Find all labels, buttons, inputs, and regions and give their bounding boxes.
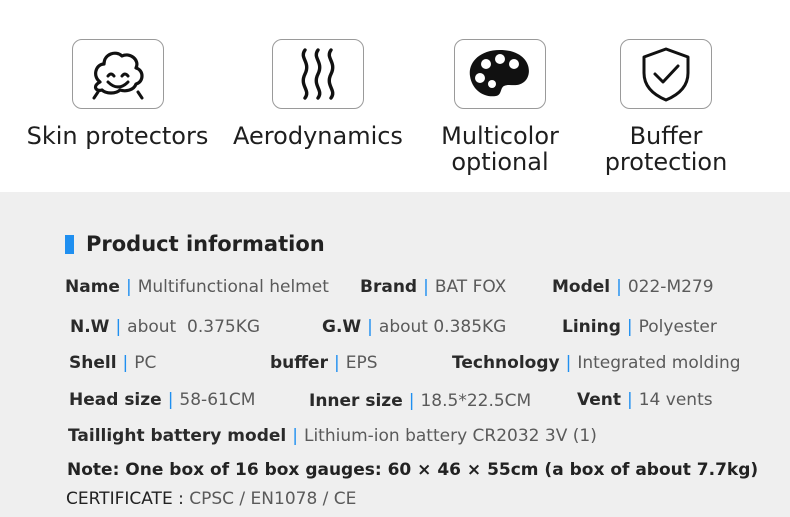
spec-value: 022-M279 [627, 277, 714, 297]
spec-separator: | [122, 353, 129, 373]
spec-technology: Technology | Integrated molding [452, 353, 741, 373]
spec-lining: Lining | Polyester [562, 317, 717, 337]
feature-multicolor: Multicolor optional [430, 39, 570, 175]
spec-value: Polyester [638, 317, 717, 337]
spec-separator: | [408, 391, 415, 411]
spec-inner-size: Inner size | 18.5*22.5CM [309, 391, 531, 411]
spec-value: about 0.375KG [127, 317, 261, 337]
features-section: Skin protectors Aerodynamics Multicolor … [0, 0, 790, 192]
spec-value: Multifunctional helmet [137, 277, 329, 297]
section-title: Product information [65, 232, 325, 256]
spec-gross-weight: G.W | about 0.385KG [322, 317, 506, 337]
spec-key: Vent [577, 390, 621, 410]
spec-key: Brand [360, 277, 418, 297]
spec-separator: | [616, 277, 622, 297]
spec-value: Lithium-ion battery CR2032 3V (1) [303, 426, 597, 446]
packaging-note: Note: One box of 16 box gauges: 60 × 46 … [67, 460, 759, 480]
feature-icon-box [454, 39, 546, 109]
spec-value: BAT FOX [434, 277, 507, 297]
spec-key: Technology [452, 353, 560, 373]
spec-key: Head size [69, 390, 162, 410]
spec-separator: | [423, 277, 429, 297]
title-accent-bar [65, 234, 74, 254]
spec-value: Integrated molding [577, 353, 741, 373]
feature-icon-box [71, 39, 164, 109]
spec-separator: | [565, 353, 572, 373]
spec-key: Inner size [309, 391, 403, 411]
certificate-label: CERTIFICATE : [66, 489, 184, 509]
spec-buffer: buffer | EPS [270, 353, 378, 373]
feature-buffer-protection: Buffer protection [596, 39, 736, 175]
spec-head-size: Head size | 58-61CM [69, 390, 255, 410]
feature-skin-protectors: Skin protectors [25, 39, 210, 149]
spec-shell: Shell | PC [69, 353, 156, 373]
spec-separator: | [626, 317, 633, 337]
spec-net-weight: N.W | about 0.375KG [70, 317, 260, 337]
wind-waves-icon [301, 48, 335, 100]
section-title-text: Product information [86, 232, 325, 256]
spec-separator: | [333, 353, 340, 373]
spec-key: Name [65, 277, 120, 297]
spec-value: about 0.385KG [378, 317, 507, 337]
spec-name: Name | Multifunctional helmet [65, 277, 329, 297]
spec-separator: | [367, 317, 373, 337]
spec-key: Shell [69, 353, 117, 373]
spec-separator: | [115, 317, 122, 337]
certificate-line: CERTIFICATE : CPSC / EN1078 / CE [66, 489, 356, 509]
feature-icon-box [272, 39, 364, 109]
spec-value: 18.5*22.5CM [420, 391, 532, 411]
palette-icon [469, 50, 529, 97]
spec-value: 14 vents [638, 390, 713, 410]
feature-label: Buffer protection [604, 122, 728, 176]
spec-separator: | [125, 277, 132, 297]
spec-value: PC [134, 353, 157, 373]
spec-value: 58-61CM [179, 390, 256, 410]
feature-label: Skin protectors [26, 122, 209, 150]
spec-value: EPS [345, 353, 378, 373]
product-info-section: Product information Name | Multifunctional… [0, 192, 790, 517]
spec-key: Lining [562, 317, 621, 337]
feature-label: Multicolor optional [441, 122, 559, 176]
certificate-value: CPSC / EN1078 / CE [189, 489, 357, 509]
smiley-icon [92, 51, 144, 100]
spec-model: Model | 022-M279 [552, 277, 714, 297]
feature-aerodynamics: Aerodynamics [228, 39, 408, 149]
spec-key: buffer [270, 353, 328, 373]
feature-icon-box [620, 39, 712, 109]
spec-separator: | [627, 390, 633, 410]
spec-key: N.W [70, 317, 110, 337]
spec-key: G.W [322, 317, 362, 337]
spec-key: Model [552, 277, 611, 297]
spec-key: Taillight battery model [68, 426, 287, 446]
spec-taillight-battery: Taillight battery model | Lithium-ion batt… [68, 426, 597, 446]
spec-brand: Brand | BAT FOX [360, 277, 506, 297]
spec-separator: | [167, 390, 174, 410]
spec-separator: | [292, 426, 298, 446]
shield-check-icon [642, 47, 690, 102]
spec-vent: Vent | 14 vents [577, 390, 713, 410]
feature-label: Aerodynamics [233, 122, 403, 150]
